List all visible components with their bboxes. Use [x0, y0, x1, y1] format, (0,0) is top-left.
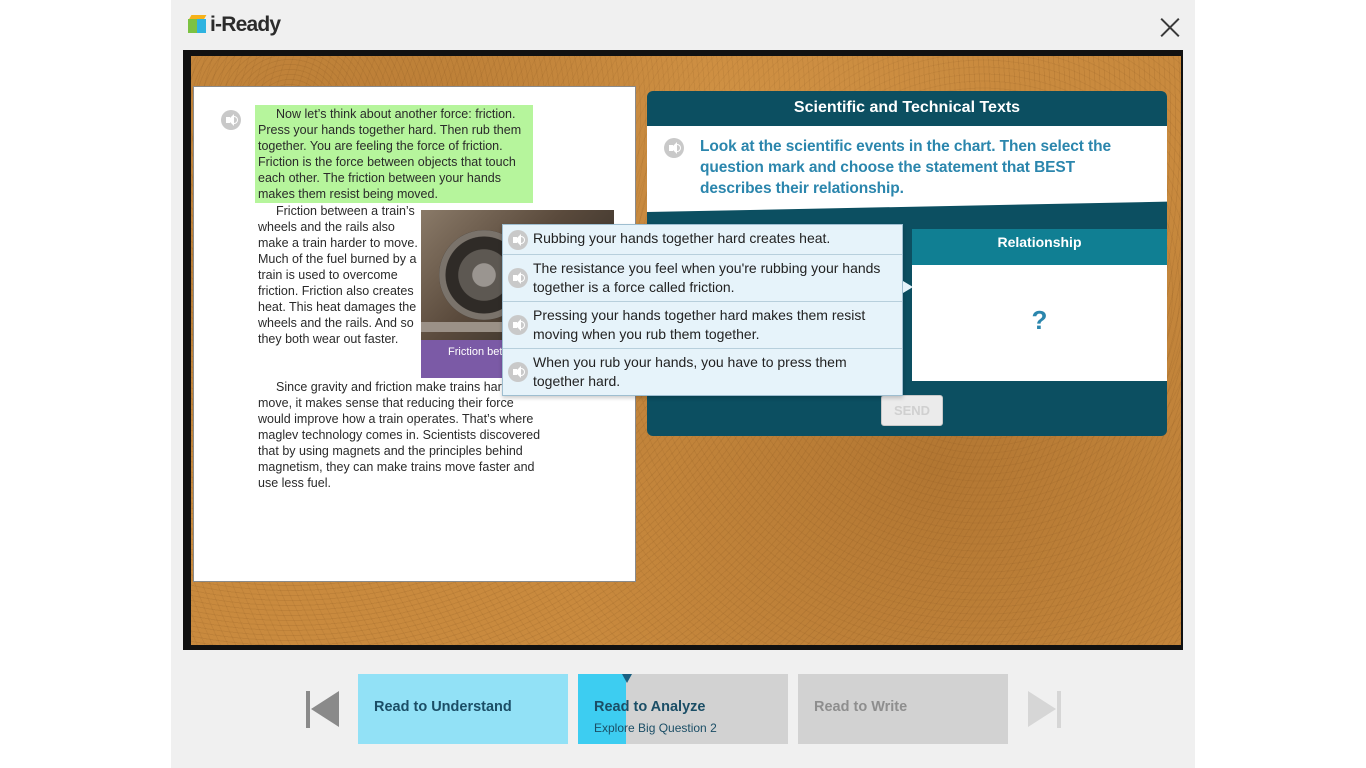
logo-cube-icon [188, 15, 208, 35]
answer-options-dropdown: Rubbing your hands together hard creates… [502, 224, 913, 396]
speaker-icon[interactable] [508, 229, 528, 250]
relationship-header: Relationship [912, 229, 1167, 265]
relationship-box[interactable]: Relationship ? [912, 229, 1167, 381]
close-icon[interactable] [1159, 16, 1181, 38]
corkboard-background: Now let’s think about another force: fri… [191, 56, 1181, 645]
step-label: Read to Understand [374, 699, 512, 715]
answer-option[interactable]: Pressing your hands together hard makes … [503, 302, 902, 349]
question-panel-title: Scientific and Technical Texts [793, 99, 1021, 116]
passage-paragraph: Since gravity and friction make trains h… [258, 379, 543, 491]
current-position-marker-icon [622, 674, 632, 683]
speaker-icon[interactable] [508, 315, 528, 335]
speaker-icon[interactable] [508, 268, 528, 288]
app-window: i-Ready Now let’s think about another fo… [171, 0, 1195, 768]
step-read-to-analyze[interactable]: Read to Analyze Explore Big Question 2 [578, 674, 788, 744]
step-read-to-understand[interactable]: Read to Understand [358, 674, 568, 744]
question-prompt-box: Look at the scientific events in the cha… [647, 126, 1167, 212]
answer-option-text: Pressing your hands together hard makes … [533, 307, 866, 342]
send-button[interactable]: SEND [881, 395, 943, 426]
i-ready-logo: i-Ready [188, 13, 281, 37]
step-label: Read to Write [814, 699, 908, 715]
paragraph1-text: Now let’s think about another force: fri… [258, 107, 522, 201]
skip-next-icon[interactable] [1028, 691, 1061, 728]
answer-option[interactable]: The resistance you feel when you're rubb… [503, 255, 902, 302]
step-label: Read to Analyze [594, 699, 706, 715]
logo-text: i-Ready [210, 13, 281, 36]
step-read-to-write[interactable]: Read to Write [798, 674, 1008, 744]
question-mark-button[interactable]: ? [912, 305, 1167, 336]
question-prompt: Look at the scientific events in the cha… [700, 138, 1111, 197]
answer-option[interactable]: Rubbing your hands together hard creates… [503, 225, 902, 255]
answer-option-text: Rubbing your hands together hard creates… [533, 230, 831, 246]
passage-paragraph-highlighted: Now let’s think about another force: fri… [255, 105, 533, 203]
lesson-step-navigation: Read to Understand Read to Analyze Explo… [171, 674, 1195, 744]
paragraph2-text: Friction between a train’s wheels and th… [258, 204, 418, 346]
answer-option-text: The resistance you feel when you're rubb… [533, 260, 881, 295]
skip-previous-icon[interactable] [306, 691, 339, 728]
paragraph3-text: Since gravity and friction make trains h… [258, 380, 541, 490]
answer-option[interactable]: When you rub your hands, you have to pre… [503, 349, 902, 395]
lesson-stage: Now let’s think about another force: fri… [183, 50, 1183, 650]
step-sublabel: Explore Big Question 2 [594, 721, 717, 735]
speaker-icon[interactable] [508, 362, 528, 382]
answer-option-text: When you rub your hands, you have to pre… [533, 354, 847, 389]
passage-paragraph: Friction between a train’s wheels and th… [258, 203, 418, 347]
speaker-icon[interactable] [664, 138, 684, 158]
speaker-icon[interactable] [221, 110, 241, 130]
